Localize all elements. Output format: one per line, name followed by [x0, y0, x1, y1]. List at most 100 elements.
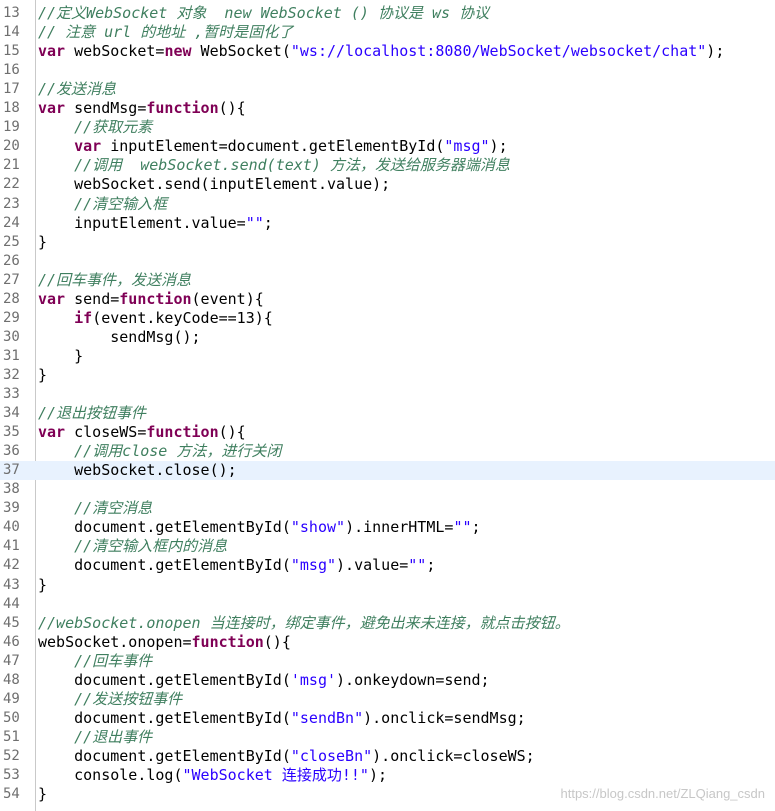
line-code: //清空消息: [38, 499, 152, 518]
code-token: }: [38, 346, 84, 365]
code-line[interactable]: 22 webSocket.send(inputElement.value);: [0, 175, 775, 194]
line-number: 33: [3, 386, 20, 402]
line-code: //调用 webSocket.send(text) 方法，发送给服务器端消息: [38, 156, 510, 175]
line-number: 51: [3, 728, 20, 745]
code-line[interactable]: 52 document.getElementById("closeBn").on…: [0, 747, 775, 766]
string-token: "": [245, 213, 264, 232]
code-line[interactable]: 32}: [0, 366, 775, 385]
line-number: 49: [3, 690, 20, 707]
code-line[interactable]: 30 sendMsg();: [0, 328, 775, 347]
code-token: webSocket.onopen=: [38, 632, 192, 651]
line-code: //回车事件，发送消息: [38, 271, 191, 290]
line-number: 48: [3, 671, 20, 688]
code-line[interactable]: 23 //清空输入框: [0, 195, 775, 214]
code-line[interactable]: 25}: [0, 233, 775, 252]
line-code: var inputElement=document.getElementById…: [38, 137, 507, 156]
code-token: (){: [218, 423, 246, 442]
code-token: (event){: [191, 289, 264, 308]
string-token: "WebSocket 连接成功!!": [182, 766, 369, 784]
string-token: "msg": [444, 137, 490, 156]
string-token: "": [408, 556, 427, 575]
code-line[interactable]: 39 //清空消息: [0, 499, 775, 518]
line-code: inputElement.value="";: [38, 214, 273, 233]
code-line[interactable]: 19 //获取元素: [0, 118, 775, 137]
comment-token: //回车事件，发送消息: [38, 270, 192, 289]
line-number: 13: [3, 5, 20, 21]
line-number: 52: [3, 747, 20, 764]
code-line-current[interactable]: 37 webSocket.close();: [0, 461, 775, 481]
keyword-token: var: [74, 137, 102, 156]
code-token: document.getElementById(: [38, 670, 291, 689]
line-code: webSocket.close();: [38, 461, 237, 480]
code-line[interactable]: 45 //webSocket.onopen 当连接时，绑定事件，避免出来未连接，就…: [0, 614, 775, 633]
code-line[interactable]: 42 document.getElementById("msg").value=…: [0, 556, 775, 575]
code-line[interactable]: 13 //定义WebSocket 对象 new WebSocket () 协议是 …: [0, 4, 775, 23]
line-code: document.getElementById('msg').onkeydown…: [38, 670, 489, 690]
string-token: "closeBn": [290, 746, 373, 765]
line-code: //调用close 方法，进行关闭: [38, 442, 281, 461]
code-line[interactable]: 29 if(event.keyCode==13){: [0, 309, 775, 328]
comment-token: //调用close 方法，进行关闭: [74, 442, 282, 461]
keyword-token: function: [146, 423, 219, 442]
code-token: ;: [263, 213, 273, 232]
code-line[interactable]: 53 console.log("WebSocket 连接成功!!");: [0, 766, 775, 785]
code-line[interactable]: 47 //回车事件: [0, 652, 775, 671]
code-line[interactable]: 50 document.getElementById("sendBn").onc…: [0, 709, 775, 728]
code-line[interactable]: 15 var webSocket=new WebSocket("ws://loca…: [0, 42, 775, 61]
line-code: document.getElementById("sendBn").onclic…: [38, 709, 526, 728]
code-editor[interactable]: 13 //定义WebSocket 对象 new WebSocket () 协议是 …: [0, 0, 775, 811]
code-line[interactable]: 35 var closeWS=function(){: [0, 423, 775, 442]
line-code: console.log("WebSocket 连接成功!!");: [38, 766, 387, 785]
line-number: 27: [3, 271, 20, 288]
code-line[interactable]: 38: [0, 480, 775, 499]
code-line[interactable]: 34 //退出按钮事件: [0, 404, 775, 423]
code-line[interactable]: 31 }: [0, 347, 775, 366]
code-token: sendMsg=: [65, 99, 147, 118]
code-token: webSocket.send(inputElement.value);: [38, 175, 391, 194]
code-line[interactable]: 27 //回车事件，发送消息: [0, 271, 775, 290]
line-number: 40: [3, 519, 20, 536]
code-line[interactable]: 51 //退出事件: [0, 728, 775, 747]
line-number: 30: [3, 328, 20, 345]
code-line[interactable]: 17 //发送消息: [0, 80, 775, 99]
comment-token: //定义WebSocket 对象 new WebSocket () 协议是 ws…: [38, 4, 490, 22]
code-line[interactable]: 46 webSocket.onopen=function(){: [0, 633, 775, 652]
code-line[interactable]: 14 // 注意 url 的地址 ,暂时是固化了: [0, 23, 775, 42]
comment-token: //清空消息: [74, 499, 153, 518]
line-code: //定义WebSocket 对象 new WebSocket () 协议是 ws…: [38, 4, 489, 23]
code-line[interactable]: 36 //调用close 方法，进行关闭: [0, 442, 775, 461]
line-code: //清空输入框内的消息: [38, 537, 227, 556]
code-line[interactable]: 16: [0, 61, 775, 80]
comment-token: // 注意 url 的地址 ,暂时是固化了: [38, 23, 294, 42]
code-line[interactable]: 48 document.getElementById('msg').onkeyd…: [0, 671, 775, 690]
code-token: (){: [218, 99, 246, 118]
code-line[interactable]: 43}: [0, 576, 775, 595]
string-token: "show": [290, 518, 346, 537]
code-line[interactable]: 24 inputElement.value="";: [0, 214, 775, 233]
code-token: send=: [65, 289, 120, 308]
code-line[interactable]: 49 //发送按钮事件: [0, 690, 775, 709]
line-number: 34: [3, 405, 20, 422]
code-token: (){: [263, 632, 291, 651]
code-line[interactable]: 18 var sendMsg=function(){: [0, 99, 775, 118]
line-code: //获取元素: [38, 118, 152, 137]
line-number: 22: [3, 176, 20, 193]
code-line[interactable]: 41 //清空输入框内的消息: [0, 537, 775, 556]
code-line[interactable]: 21 //调用 webSocket.send(text) 方法，发送给服务器端消…: [0, 156, 775, 175]
line-number: 50: [3, 709, 20, 726]
code-line[interactable]: 33: [0, 385, 775, 404]
comment-token: //调用 webSocket.send(text) 方法，发送给服务器端消息: [74, 156, 510, 175]
keyword-token: var: [38, 99, 66, 118]
code-line[interactable]: 28 var send=function(event){: [0, 290, 775, 309]
code-line[interactable]: 40 document.getElementById("show").inner…: [0, 518, 775, 537]
code-line[interactable]: 20 var inputElement=document.getElementB…: [0, 137, 775, 156]
code-line[interactable]: 26: [0, 252, 775, 271]
code-line[interactable]: 44: [0, 595, 775, 614]
line-number: 17: [3, 81, 20, 98]
line-code: document.getElementById("closeBn").oncli…: [38, 747, 535, 766]
string-token: 'msg': [290, 670, 337, 689]
